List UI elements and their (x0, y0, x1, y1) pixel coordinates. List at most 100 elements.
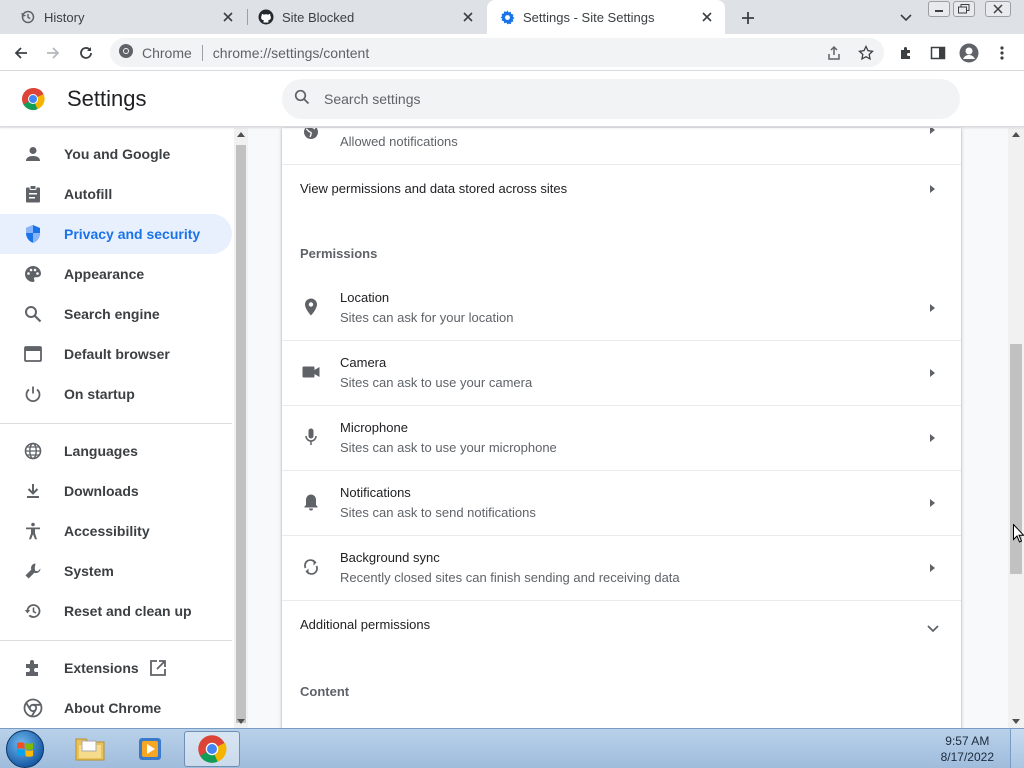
forward-button[interactable] (40, 40, 66, 66)
globe-icon (22, 441, 44, 461)
profile-button[interactable] (956, 40, 982, 66)
restore-button[interactable] (953, 1, 975, 17)
chevron-right-icon (930, 564, 935, 572)
side-panel-icon (930, 46, 946, 60)
side-panel-button[interactable] (925, 40, 951, 66)
minimize-button[interactable] (928, 1, 950, 17)
tab-search-button[interactable] (894, 6, 918, 30)
sidebar-item-label: About Chrome (64, 700, 162, 716)
permission-row-notifications[interactable]: Notifications Sites can ask to send noti… (282, 471, 961, 535)
reload-button[interactable] (73, 40, 99, 66)
new-tab-button[interactable] (736, 6, 760, 30)
chevron-right-icon (930, 128, 935, 134)
permission-row-background-sync[interactable]: Background sync Recently closed sites ca… (282, 536, 961, 600)
clipboard-icon (22, 184, 44, 204)
row-subtitle: Sites can ask to use your microphone (340, 440, 557, 455)
browser-window-icon (22, 344, 44, 364)
sidebar-item-autofill[interactable]: Autofill (0, 174, 232, 214)
bell-icon (300, 491, 322, 513)
sidebar-item-privacy-and-security[interactable]: Privacy and security (0, 214, 232, 254)
extensions-button[interactable] (893, 40, 919, 66)
mouse-cursor-icon (1013, 523, 1024, 544)
scroll-up-arrow-icon[interactable] (237, 132, 245, 137)
scroll-down-arrow-icon[interactable] (237, 719, 245, 724)
address-bar[interactable]: Chrome chrome://settings/content (110, 38, 884, 67)
chevron-right-icon (930, 185, 935, 193)
folder-icon (75, 738, 105, 761)
person-icon (22, 144, 44, 164)
sidebar-item-system[interactable]: System (0, 551, 232, 591)
taskbar-file-explorer[interactable] (62, 731, 118, 767)
taskbar-chrome[interactable] (184, 731, 240, 767)
back-button[interactable] (8, 40, 34, 66)
page-title: Settings (67, 86, 147, 111)
close-tab-icon[interactable] (699, 9, 715, 25)
menu-button[interactable] (989, 40, 1015, 66)
system-clock[interactable]: 9:57 AM 8/17/2022 (941, 733, 994, 765)
reload-icon (80, 47, 92, 59)
tab-site-blocked[interactable]: Site Blocked (248, 0, 486, 34)
page-scrollbar[interactable] (1008, 128, 1024, 728)
additional-permissions-row[interactable]: Additional permissions (282, 601, 961, 649)
tab-settings[interactable]: Settings - Site Settings (487, 0, 725, 34)
sidebar-item-appearance[interactable]: Appearance (0, 254, 232, 294)
sidebar-item-label: On startup (64, 386, 135, 402)
media-player-icon (139, 738, 161, 760)
close-window-button[interactable] (985, 1, 1011, 17)
arrow-right-icon (47, 47, 60, 59)
tab-history[interactable]: History (0, 0, 246, 34)
puzzle-icon (22, 658, 44, 678)
chevron-down-icon[interactable] (927, 620, 939, 638)
star-icon (858, 45, 874, 61)
view-permissions-row[interactable]: View permissions and data stored across … (282, 165, 961, 213)
close-tab-icon[interactable] (220, 9, 236, 25)
scroll-down-arrow-icon[interactable] (1012, 719, 1020, 724)
taskbar-media-player[interactable] (122, 731, 178, 767)
row-title: Background sync (340, 550, 440, 565)
browser-toolbar: Chrome chrome://settings/content (0, 34, 1024, 71)
sidebar-item-on-startup[interactable]: On startup (0, 374, 232, 414)
sidebar-item-label: Extensions (64, 660, 139, 676)
sidebar-item-downloads[interactable]: Downloads (0, 471, 232, 511)
settings-search[interactable] (282, 79, 960, 119)
sidebar-scrollbar[interactable] (234, 128, 248, 728)
sidebar-item-about-chrome[interactable]: About Chrome (0, 688, 232, 728)
sidebar-item-you-and-google[interactable]: You and Google (0, 134, 232, 174)
sidebar-item-languages[interactable]: Languages (0, 431, 232, 471)
windows-logo-icon (17, 742, 33, 757)
permission-row-location[interactable]: Location Sites can ask for your location (282, 276, 961, 340)
site-chip: Chrome (142, 44, 192, 61)
close-tab-icon[interactable] (460, 9, 476, 25)
search-input[interactable] (324, 91, 884, 107)
url-text[interactable]: chrome://settings/content (213, 45, 369, 61)
arrow-left-icon (14, 47, 27, 59)
shield-icon (22, 224, 44, 244)
tab-title: History (44, 9, 85, 25)
more-vert-icon (1000, 46, 1004, 60)
scrollbar-thumb[interactable] (236, 145, 246, 723)
permission-row-camera[interactable]: Camera Sites can ask to use your camera (282, 341, 961, 405)
sidebar-item-reset-and-clean-up[interactable]: Reset and clean up (0, 591, 232, 631)
tab-strip: History Site Blocked Settings - Site Set… (0, 0, 1024, 34)
sidebar-item-accessibility[interactable]: Accessibility (0, 511, 232, 551)
sidebar-item-search-engine[interactable]: Search engine (0, 294, 232, 334)
sidebar-item-extensions[interactable]: Extensions (0, 648, 232, 688)
scroll-up-arrow-icon[interactable] (1012, 132, 1020, 137)
permission-row-microphone[interactable]: Microphone Sites can ask to use your mic… (282, 406, 961, 470)
start-button[interactable] (6, 730, 44, 768)
bookmark-button[interactable] (853, 40, 879, 66)
sidebar-item-default-browser[interactable]: Default browser (0, 334, 232, 374)
show-desktop-button[interactable] (1010, 729, 1024, 768)
row-subtitle: Sites can ask for your location (340, 310, 514, 325)
sidebar-item-label: Privacy and security (64, 226, 201, 242)
clock-time: 9:57 AM (945, 734, 990, 748)
chevron-right-icon (930, 304, 935, 312)
share-button[interactable] (821, 40, 847, 66)
row-subtitle: Recently closed sites can finish sending… (340, 570, 680, 585)
globe-icon (300, 128, 322, 143)
restore-icon (22, 601, 44, 621)
recent-activity-row[interactable]: Allowed notifications (282, 128, 961, 164)
wrench-icon (22, 561, 44, 581)
clock-date: 8/17/2022 (940, 750, 994, 764)
chevron-right-icon (930, 499, 935, 507)
